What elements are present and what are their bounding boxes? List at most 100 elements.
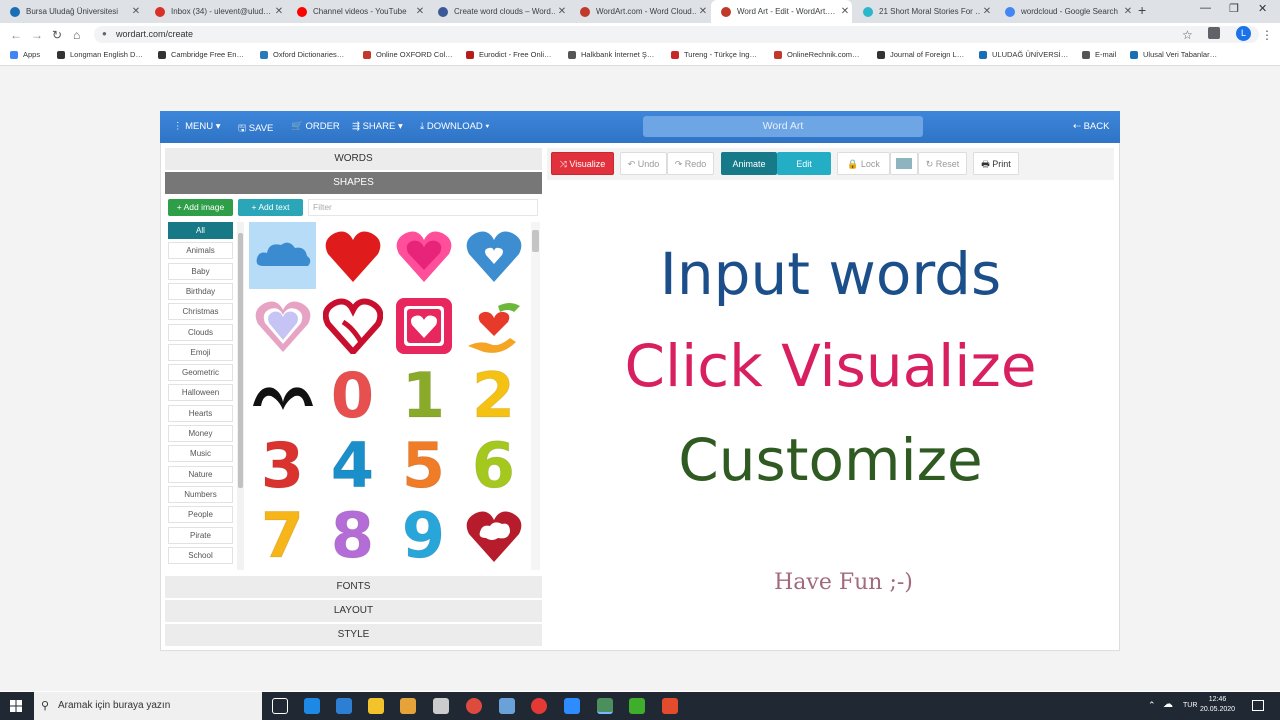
new-tab-button[interactable]: + <box>1138 2 1146 18</box>
heart-hands-shape[interactable] <box>460 292 527 359</box>
menu-icon[interactable]: ⋮ <box>1261 28 1273 42</box>
minimize-icon[interactable]: — <box>1200 2 1211 14</box>
bookmark-item[interactable]: Apps <box>10 50 40 59</box>
heart-cloud-shape[interactable] <box>460 502 527 569</box>
number-7-shape[interactable]: 7 <box>249 499 316 573</box>
menu-button[interactable]: ⋮ MENU ▾ <box>173 121 221 132</box>
tab-close-icon[interactable]: ✕ <box>980 6 994 17</box>
ie-icon[interactable] <box>336 698 352 714</box>
add-text-button[interactable]: + Add text <box>238 199 303 216</box>
category-music[interactable]: Music <box>168 445 233 463</box>
opera-icon[interactable] <box>531 698 547 714</box>
number-0-shape[interactable]: 0 <box>319 359 386 433</box>
taskbar-clock[interactable]: 12:46 20.05.2020 <box>1200 695 1235 715</box>
download-button[interactable]: ⤓ DOWNLOAD ▾ <box>420 121 489 132</box>
url-field[interactable] <box>94 26 1259 43</box>
print-button[interactable]: 🖶 Print <box>973 152 1019 175</box>
section-words[interactable]: WORDS <box>165 148 542 170</box>
number-2-shape[interactable]: 2 <box>460 359 527 433</box>
section-style[interactable]: STYLE <box>165 624 542 646</box>
bookmark-item[interactable]: Oxford Dictionaries… <box>260 50 344 59</box>
camtasia-icon[interactable] <box>629 698 645 714</box>
browser-tab[interactable]: Inbox (34) - ulevent@ulud… ✕ <box>145 0 286 23</box>
number-6-shape[interactable]: 6 <box>460 429 527 503</box>
calculator-icon[interactable] <box>433 698 449 714</box>
bookmark-item[interactable]: Eurodict - Free Onli… <box>466 50 552 59</box>
category-scrollbar-thumb[interactable] <box>238 233 243 488</box>
tab-close-icon[interactable]: ✕ <box>555 6 569 17</box>
color-swatch-button[interactable] <box>890 152 918 175</box>
order-button[interactable]: 🛒 ORDER <box>291 121 340 132</box>
category-christmas[interactable]: Christmas <box>168 303 233 321</box>
bookmark-item[interactable]: ULUDAĞ ÜNİVERSİ… <box>979 50 1068 59</box>
number-8-shape[interactable]: 8 <box>319 499 386 573</box>
close-window-icon[interactable]: ✕ <box>1258 2 1267 15</box>
blue-heart-outline-shape[interactable] <box>460 222 527 289</box>
browser-tab[interactable]: wordcloud - Google Search ✕ <box>995 0 1135 23</box>
file-explorer-icon[interactable] <box>368 698 384 714</box>
section-fonts[interactable]: FONTS <box>165 576 542 598</box>
heart-square-shape[interactable] <box>390 292 457 359</box>
category-baby[interactable]: Baby <box>168 262 233 280</box>
browser-tab[interactable]: Create word clouds – Word… ✕ <box>428 0 569 23</box>
task-view-icon[interactable] <box>272 698 288 714</box>
category-numbers[interactable]: Numbers <box>168 485 233 503</box>
edge-icon[interactable] <box>304 698 320 714</box>
visualize-button[interactable]: ⤨ Visualize <box>551 152 614 175</box>
category-people[interactable]: People <box>168 506 233 524</box>
back-icon[interactable]: ← <box>10 28 22 42</box>
red-heart-shape[interactable] <box>319 222 386 289</box>
reset-button[interactable]: ↻ Reset <box>918 152 967 175</box>
bookmark-item[interactable]: Halkbank İnternet Ş… <box>568 50 654 59</box>
star-icon[interactable]: ☆ <box>1182 28 1193 42</box>
tab-close-icon[interactable]: ✕ <box>696 6 710 17</box>
forward-icon[interactable]: → <box>31 28 43 42</box>
heart-arrow-shape[interactable] <box>319 292 386 359</box>
notifications-icon[interactable] <box>1252 700 1264 711</box>
tab-close-icon[interactable]: ✕ <box>1121 6 1135 17</box>
language-indicator[interactable]: TUR <box>1183 702 1197 709</box>
tab-close-icon[interactable]: ✕ <box>413 6 427 17</box>
category-money[interactable]: Money <box>168 425 233 442</box>
hands-heart-shape[interactable] <box>249 362 316 429</box>
category-birthday[interactable]: Birthday <box>168 282 233 300</box>
taskbar-search-box[interactable]: Aramak için buraya yazın <box>34 692 262 720</box>
add-image-button[interactable]: + Add image <box>168 199 233 216</box>
category-hearts[interactable]: Hearts <box>168 404 233 422</box>
browser-tab[interactable]: Channel videos - YouTube ✕ <box>287 0 427 23</box>
windows-start-icon[interactable] <box>10 700 22 712</box>
number-3-shape[interactable]: 3 <box>249 429 316 503</box>
chrome-icon[interactable] <box>466 698 482 714</box>
home-icon[interactable]: ⌂ <box>73 28 80 42</box>
store-icon[interactable] <box>400 698 416 714</box>
section-layout[interactable]: LAYOUT <box>165 600 542 622</box>
cloud-shape[interactable] <box>249 222 316 289</box>
lock-button[interactable]: 🔒 Lock <box>837 152 890 175</box>
number-5-shape[interactable]: 5 <box>390 429 457 503</box>
tab-close-icon[interactable]: ✕ <box>272 6 286 17</box>
bookmark-item[interactable]: Ulusal Veri Tabanlar… <box>1130 50 1217 59</box>
bookmark-item[interactable]: OnlineRechnik.com… <box>774 50 860 59</box>
bookmark-item[interactable]: Journal of Foreign L… <box>877 50 964 59</box>
number-1-shape[interactable]: 1 <box>390 359 457 433</box>
category-clouds[interactable]: Clouds <box>168 323 233 341</box>
browser-tab[interactable]: Word Art - Edit - WordArt.… ✕ <box>711 0 852 23</box>
animate-button[interactable]: Animate <box>721 152 777 175</box>
profile-avatar[interactable]: L <box>1236 26 1251 41</box>
chrome-active-icon[interactable] <box>597 698 613 714</box>
app-icon[interactable] <box>499 698 515 714</box>
lock-icon[interactable]: ● <box>102 29 107 38</box>
pastel-heart-shape[interactable] <box>249 292 316 359</box>
browser-tab[interactable]: 21 Short Moral Stories For … ✕ <box>853 0 994 23</box>
category-emoji[interactable]: Emoji <box>168 343 233 361</box>
extension-icon[interactable] <box>1208 27 1220 39</box>
wordart-title-field[interactable]: Word Art <box>643 116 923 137</box>
back-button[interactable]: ⇠ BACK <box>1073 121 1109 132</box>
restore-icon[interactable]: ❐ <box>1229 2 1239 15</box>
section-shapes[interactable]: SHAPES <box>165 172 542 194</box>
reload-icon[interactable]: ↻ <box>52 28 62 42</box>
number-9-shape[interactable]: 9 <box>390 499 457 573</box>
url-text[interactable]: wordart.com/create <box>116 29 193 39</box>
undo-button[interactable]: ↶ Undo <box>620 152 667 175</box>
category-school[interactable]: School <box>168 546 233 564</box>
